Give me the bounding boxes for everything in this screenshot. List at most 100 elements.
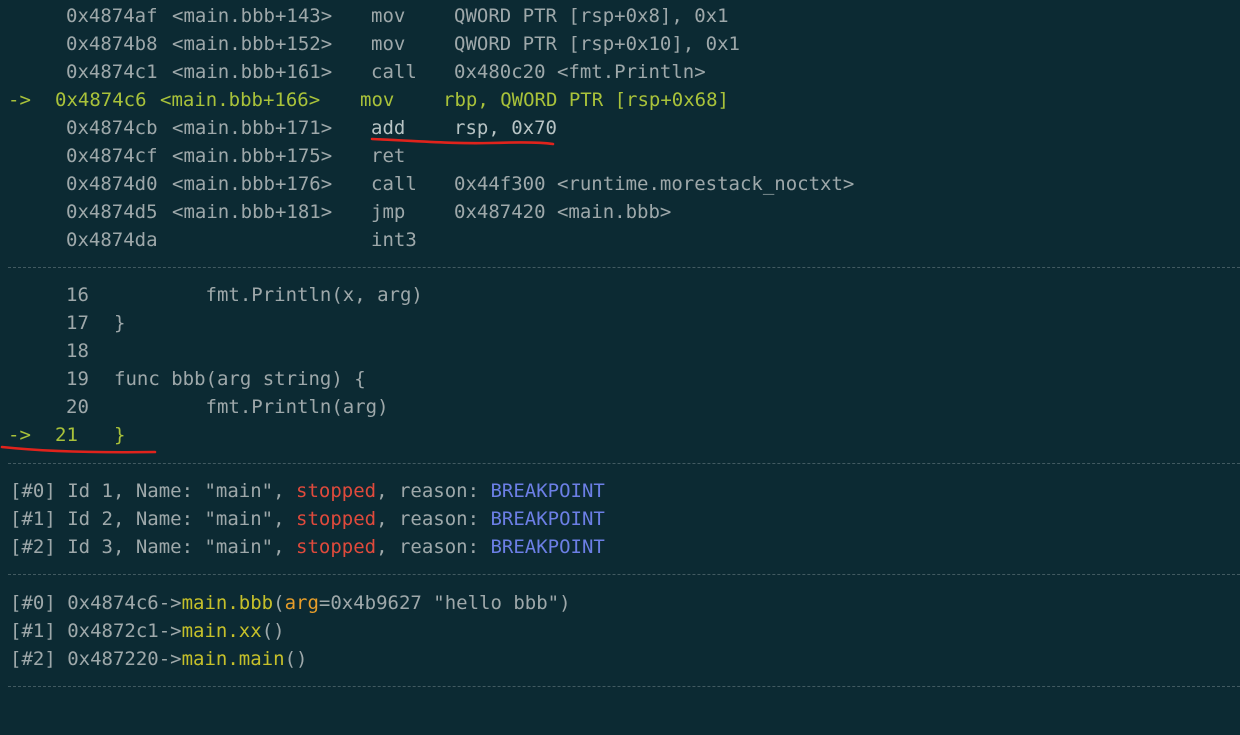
frame-address: 0x487220->: [67, 648, 182, 670]
source-line: 20 fmt.Println(arg): [0, 393, 389, 421]
frame-index: [#0]: [10, 592, 56, 614]
disasm-address: 0x4874c1: [66, 61, 158, 83]
disasm-address: 0x4874d5: [66, 201, 158, 223]
thread-reason-label: , reason:: [376, 536, 491, 558]
thread-reason-label: , reason:: [376, 508, 491, 530]
backtrace-frame: [#1] 0x4872c1->main.xx(): [10, 617, 285, 645]
line-number: 21: [55, 424, 78, 446]
line-number: 16: [66, 284, 89, 306]
thread-state: stopped: [296, 536, 377, 558]
disasm-opcode: jmp: [371, 201, 406, 223]
frame-arg-value: =0x4b9627 "hello bbb"): [318, 592, 571, 614]
section-divider: [8, 463, 1240, 464]
disasm-address: 0x4874af: [66, 5, 158, 27]
source-code: }: [114, 424, 126, 446]
disasm-address: 0x4874b8: [66, 33, 158, 55]
disasm-symbol: <main.bbb+176>: [172, 173, 333, 195]
disasm-address: 0x4874da: [66, 229, 158, 251]
section-divider: [8, 686, 1240, 687]
source-current-line: -> 21 }: [0, 421, 125, 449]
disasm-address: 0x4874d0: [66, 173, 158, 195]
disasm-row: 0x4874da int3: [0, 226, 417, 254]
source-code: }: [114, 312, 126, 334]
disasm-symbol: <main.bbb+171>: [172, 117, 333, 139]
disasm-address: 0x4874cb: [66, 117, 158, 139]
frame-index: [#1]: [10, 620, 56, 642]
thread-reason-label: , reason:: [376, 480, 491, 502]
line-number: 18: [66, 340, 89, 362]
line-number: 19: [66, 368, 89, 390]
disasm-opcode: int3: [371, 229, 417, 251]
line-number: 20: [66, 396, 89, 418]
disasm-address: 0x4874c6: [55, 89, 147, 111]
source-line: 16 fmt.Println(x, arg): [0, 281, 423, 309]
frame-function: main.xx: [181, 620, 262, 642]
disasm-opcode: mov: [360, 89, 395, 111]
disasm-opcode: call: [371, 173, 417, 195]
disasm-opcode: call: [371, 61, 417, 83]
thread-reason: BREAKPOINT: [490, 536, 605, 558]
thread-row: [#0] Id 1, Name: "main", stopped, reason…: [10, 477, 605, 505]
disasm-opcode: mov: [371, 5, 406, 27]
disasm-opcode: ret: [371, 145, 406, 167]
disasm-opcode: mov: [371, 33, 406, 55]
thread-row: [#2] Id 3, Name: "main", stopped, reason…: [10, 533, 605, 561]
disasm-operands: 0x480c20 <fmt.Println>: [454, 61, 706, 83]
thread-index: [#1]: [10, 508, 56, 530]
line-number: 17: [66, 312, 89, 334]
current-instruction-arrow: ->: [8, 89, 31, 111]
frame-address: 0x4872c1->: [67, 620, 182, 642]
thread-reason: BREAKPOINT: [490, 480, 605, 502]
disasm-symbol: <main.bbb+143>: [172, 5, 333, 27]
source-code: fmt.Println(arg): [114, 396, 389, 418]
thread-id: Id 2, Name: "main",: [67, 508, 296, 530]
disasm-operands: rsp, 0x70: [454, 117, 557, 139]
backtrace-frame: [#2] 0x487220->main.main(): [10, 645, 307, 673]
disasm-row: 0x4874c1 <main.bbb+161> call 0x480c20 <f…: [0, 58, 706, 86]
source-line: 19 func bbb(arg string) {: [0, 365, 366, 393]
section-divider: [8, 267, 1240, 268]
disasm-operands: rbp, QWORD PTR [rsp+0x68]: [443, 89, 729, 111]
disasm-operands: 0x44f300 <runtime.morestack_noctxt>: [454, 173, 855, 195]
thread-index: [#0]: [10, 480, 56, 502]
disasm-operands: 0x487420 <main.bbb>: [454, 201, 672, 223]
source-code: func bbb(arg string) {: [114, 368, 366, 390]
frame-paren: (: [273, 592, 285, 614]
section-divider: [8, 574, 1240, 575]
disasm-row: 0x4874cb <main.bbb+171> add rsp, 0x70: [0, 114, 557, 142]
thread-id: Id 3, Name: "main",: [67, 536, 296, 558]
current-line-arrow: ->: [8, 424, 31, 446]
disasm-address: 0x4874cf: [66, 145, 158, 167]
disasm-symbol: <main.bbb+161>: [172, 61, 333, 83]
disasm-operands: QWORD PTR [rsp+0x10], 0x1: [454, 33, 740, 55]
frame-function: main.main: [181, 648, 285, 670]
frame-paren: (): [284, 648, 308, 670]
thread-state: stopped: [296, 508, 377, 530]
thread-reason: BREAKPOINT: [490, 508, 605, 530]
thread-id: Id 1, Name: "main",: [67, 480, 296, 502]
source-code: fmt.Println(x, arg): [114, 284, 423, 306]
disasm-row: 0x4874af <main.bbb+143> mov QWORD PTR [r…: [0, 2, 729, 30]
thread-index: [#2]: [10, 536, 56, 558]
disasm-row: 0x4874d0 <main.bbb+176> call 0x44f300 <r…: [0, 170, 854, 198]
disasm-symbol: <main.bbb+181>: [172, 201, 333, 223]
gdb-terminal[interactable]: 0x4874af <main.bbb+143> mov QWORD PTR [r…: [0, 0, 1240, 735]
disasm-row: 0x4874cf <main.bbb+175> ret: [0, 142, 405, 170]
frame-paren: (): [261, 620, 285, 642]
thread-state: stopped: [296, 480, 377, 502]
disasm-symbol: <main.bbb+175>: [172, 145, 333, 167]
disasm-row: 0x4874b8 <main.bbb+152> mov QWORD PTR [r…: [0, 30, 740, 58]
backtrace-frame: [#0] 0x4874c6->main.bbb(arg=0x4b9627 "he…: [10, 589, 571, 617]
disasm-operands: QWORD PTR [rsp+0x8], 0x1: [454, 5, 729, 27]
disasm-symbol: <main.bbb+166>: [160, 89, 321, 111]
frame-index: [#2]: [10, 648, 56, 670]
source-line: 17 }: [0, 309, 125, 337]
disasm-opcode: add: [371, 117, 406, 139]
disasm-symbol: <main.bbb+152>: [172, 33, 333, 55]
frame-address: 0x4874c6->: [67, 592, 182, 614]
thread-row: [#1] Id 2, Name: "main", stopped, reason…: [10, 505, 605, 533]
disasm-row: 0x4874d5 <main.bbb+181> jmp 0x487420 <ma…: [0, 198, 671, 226]
frame-function: main.bbb: [181, 592, 274, 614]
disasm-current-row: -> 0x4874c6 <main.bbb+166> mov rbp, QWOR…: [0, 86, 729, 114]
source-line: 18: [0, 337, 89, 365]
